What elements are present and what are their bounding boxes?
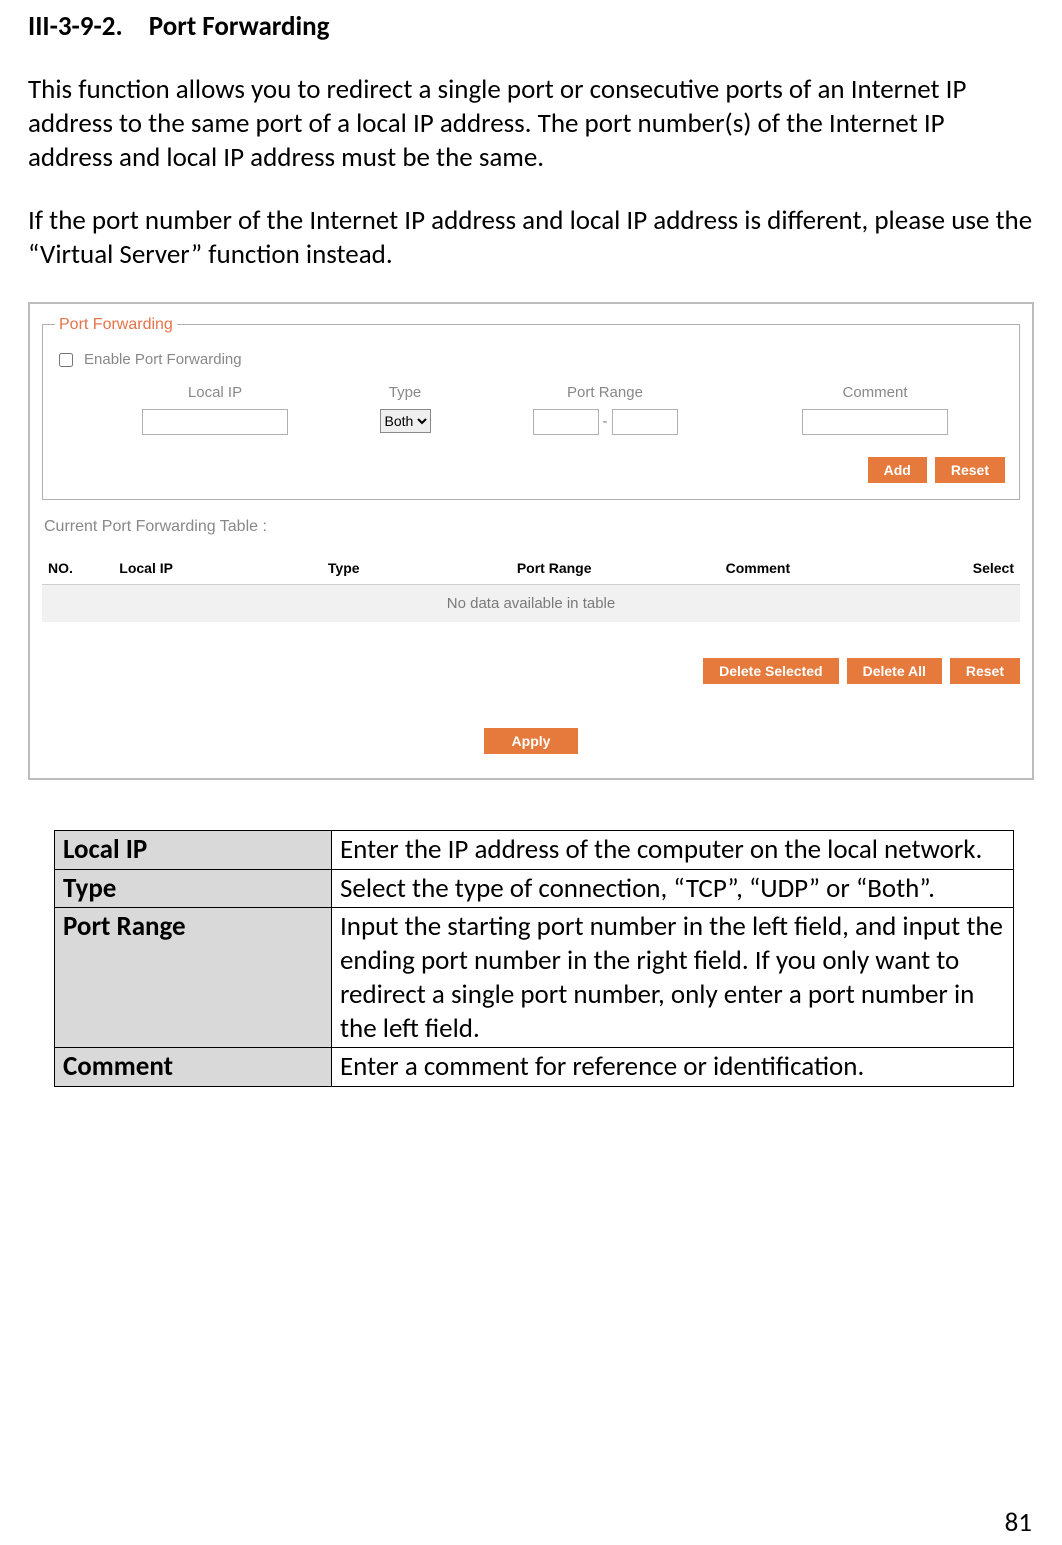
desc-text: Input the starting port number in the le… [332,908,1014,1048]
enable-port-forwarding-checkbox[interactable] [59,353,73,367]
table-header-row: NO. Local IP Type Port Range Comment Sel… [42,552,1020,585]
description-table: Local IP Enter the IP address of the com… [54,830,1014,1087]
add-button[interactable]: Add [868,457,927,483]
col-port-range: Port Range [511,552,720,585]
port-range-start-input[interactable] [533,409,599,435]
form-row: Local IP Type Both Port Range - [55,384,1007,435]
comment-input[interactable] [802,409,948,435]
port-range-end-input[interactable] [612,409,678,435]
enable-port-forwarding-label: Enable Port Forwarding [84,351,242,368]
form-header-type: Type [389,384,422,401]
intro-paragraph-1: This function allows you to redirect a s… [28,73,1034,174]
form-header-port-range: Port Range [567,384,643,401]
desc-term: Local IP [55,830,332,869]
desc-row-port-range: Port Range Input the starting port numbe… [55,908,1014,1048]
table-empty-text: No data available in table [42,584,1020,622]
col-no: NO. [42,552,113,585]
delete-selected-button[interactable]: Delete Selected [703,658,839,684]
form-header-comment: Comment [842,384,907,401]
col-select: Select [929,552,1020,585]
desc-term: Type [55,869,332,908]
desc-row-local-ip: Local IP Enter the IP address of the com… [55,830,1014,869]
delete-all-button[interactable]: Delete All [847,658,942,684]
apply-button[interactable]: Apply [484,728,579,754]
current-port-forwarding-table: NO. Local IP Type Port Range Comment Sel… [42,552,1020,622]
desc-term: Comment [55,1048,332,1087]
page-number: 81 [1005,1506,1032,1539]
port-range-separator: - [603,413,608,430]
section-heading: III-3-9-2. Port Forwarding [28,10,1034,43]
desc-text: Enter the IP address of the computer on … [332,830,1014,869]
table-empty-row: No data available in table [42,584,1020,622]
fieldset-legend: Port Forwarding [55,316,177,334]
form-header-local-ip: Local IP [188,384,242,401]
intro-paragraph-2: If the port number of the Internet IP ad… [28,204,1034,272]
desc-row-type: Type Select the type of connection, “TCP… [55,869,1014,908]
current-table-title: Current Port Forwarding Table : [44,518,1020,536]
col-type: Type [322,552,511,585]
col-comment: Comment [720,552,929,585]
desc-term: Port Range [55,908,332,1048]
reset-button[interactable]: Reset [935,457,1005,483]
desc-row-comment: Comment Enter a comment for reference or… [55,1048,1014,1087]
desc-text: Enter a comment for reference or identif… [332,1048,1014,1087]
port-forwarding-fieldset: Port Forwarding Enable Port Forwarding L… [42,316,1020,500]
type-select[interactable]: Both [380,409,431,433]
desc-text: Select the type of connection, “TCP”, “U… [332,869,1014,908]
section-title-text: Port Forwarding [149,10,330,43]
port-forwarding-screenshot: Port Forwarding Enable Port Forwarding L… [28,302,1034,780]
section-number: III-3-9-2. [28,10,123,43]
col-local-ip: Local IP [113,552,322,585]
reset2-button[interactable]: Reset [950,658,1020,684]
local-ip-input[interactable] [142,409,288,435]
